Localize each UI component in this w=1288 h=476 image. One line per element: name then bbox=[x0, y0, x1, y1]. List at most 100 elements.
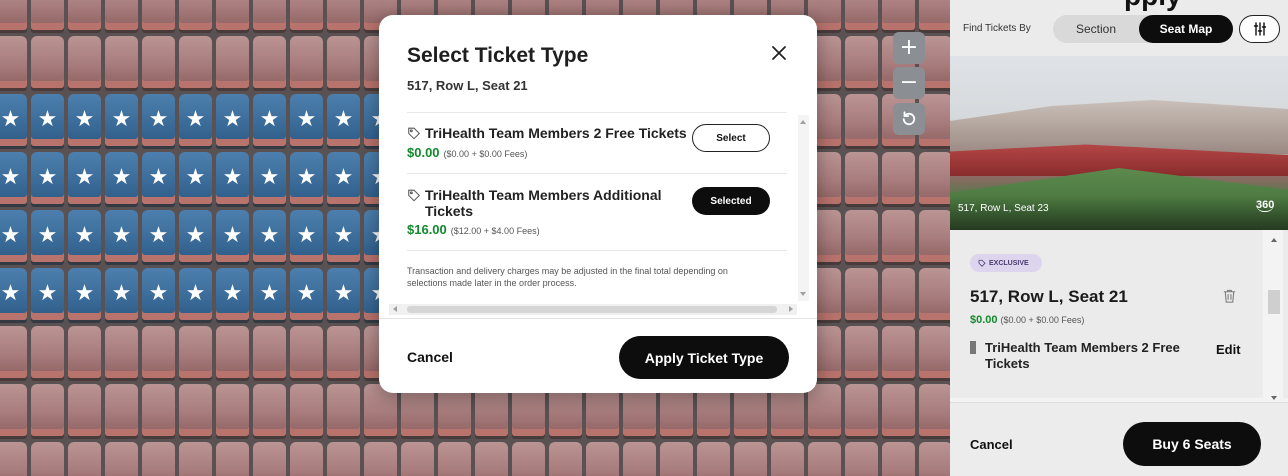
modal-seat-label: 517, Row L, Seat 21 bbox=[407, 78, 528, 93]
buy-seats-button[interactable]: Buy 6 Seats bbox=[1123, 422, 1261, 466]
available-seat[interactable] bbox=[31, 94, 64, 146]
scrollbar-thumb[interactable] bbox=[1268, 290, 1280, 314]
available-seat[interactable] bbox=[216, 152, 249, 204]
unavailable-seat bbox=[882, 442, 915, 476]
available-seat[interactable] bbox=[327, 152, 360, 204]
scrollbar-thumb[interactable] bbox=[407, 306, 777, 313]
unavailable-seat bbox=[216, 0, 249, 30]
unavailable-seat bbox=[68, 0, 101, 30]
ticket-option-name: TriHealth Team Members Additional Ticket… bbox=[425, 187, 662, 219]
scroll-left-icon[interactable] bbox=[393, 306, 397, 312]
toggle-section[interactable]: Section bbox=[1053, 15, 1139, 43]
unavailable-seat bbox=[919, 326, 950, 378]
vertical-scrollbar[interactable] bbox=[798, 115, 809, 301]
photo-caption: 517, Row L, Seat 23 bbox=[958, 203, 1049, 214]
scroll-up-icon[interactable] bbox=[800, 120, 806, 124]
seat-view-photo[interactable]: 517, Row L, Seat 23 360 bbox=[950, 56, 1288, 230]
unavailable-seat bbox=[919, 152, 950, 204]
unavailable-seat bbox=[882, 268, 915, 320]
available-seat[interactable] bbox=[31, 210, 64, 262]
available-seat[interactable] bbox=[179, 210, 212, 262]
unavailable-seat bbox=[586, 442, 619, 476]
available-seat[interactable] bbox=[290, 268, 323, 320]
unavailable-seat bbox=[142, 36, 175, 88]
find-tickets-label: Find Tickets By bbox=[963, 23, 1031, 34]
available-seat[interactable] bbox=[0, 152, 27, 204]
unavailable-seat bbox=[290, 0, 323, 30]
divider bbox=[407, 173, 787, 174]
available-seat[interactable] bbox=[142, 94, 175, 146]
unavailable-seat bbox=[0, 384, 27, 436]
available-seat[interactable] bbox=[68, 268, 101, 320]
unavailable-seat bbox=[327, 36, 360, 88]
available-seat[interactable] bbox=[179, 268, 212, 320]
available-seat[interactable] bbox=[0, 94, 27, 146]
close-icon[interactable] bbox=[767, 41, 791, 65]
unavailable-seat bbox=[327, 442, 360, 476]
view-360-button[interactable]: 360 bbox=[1256, 199, 1275, 212]
reset-view-button[interactable] bbox=[893, 103, 925, 135]
available-seat[interactable] bbox=[105, 210, 138, 262]
available-seat[interactable] bbox=[327, 210, 360, 262]
unavailable-seat bbox=[105, 442, 138, 476]
unavailable-seat bbox=[845, 268, 878, 320]
horizontal-scrollbar[interactable] bbox=[389, 304, 797, 315]
apply-ticket-type-button[interactable]: Apply Ticket Type bbox=[619, 336, 789, 379]
unavailable-seat bbox=[845, 326, 878, 378]
unavailable-seat bbox=[179, 384, 212, 436]
available-seat[interactable] bbox=[105, 268, 138, 320]
available-seat[interactable] bbox=[327, 94, 360, 146]
unavailable-seat bbox=[808, 384, 841, 436]
available-seat[interactable] bbox=[253, 152, 286, 204]
available-seat[interactable] bbox=[216, 268, 249, 320]
scroll-up-icon[interactable] bbox=[1271, 238, 1277, 242]
unavailable-seat bbox=[327, 0, 360, 30]
panel-cancel-button[interactable]: Cancel bbox=[970, 437, 1013, 452]
unavailable-seat bbox=[845, 384, 878, 436]
unavailable-seat bbox=[68, 442, 101, 476]
scroll-right-icon[interactable] bbox=[789, 306, 793, 312]
panel-scrollbar[interactable] bbox=[1263, 230, 1283, 402]
available-seat[interactable] bbox=[179, 94, 212, 146]
available-seat[interactable] bbox=[290, 152, 323, 204]
card-price: $0.00 ($0.00 + $0.00 Fees) bbox=[970, 314, 1084, 326]
scroll-down-icon[interactable] bbox=[1271, 396, 1277, 400]
scroll-down-icon[interactable] bbox=[800, 292, 806, 296]
selected-button[interactable]: Selected bbox=[692, 187, 770, 215]
available-seat[interactable] bbox=[68, 210, 101, 262]
available-seat[interactable] bbox=[68, 152, 101, 204]
available-seat[interactable] bbox=[253, 210, 286, 262]
available-seat[interactable] bbox=[142, 268, 175, 320]
unavailable-seat bbox=[290, 442, 323, 476]
trash-icon[interactable] bbox=[1222, 288, 1237, 304]
available-seat[interactable] bbox=[105, 152, 138, 204]
available-seat[interactable] bbox=[216, 94, 249, 146]
available-seat[interactable] bbox=[216, 210, 249, 262]
zoom-out-button[interactable]: − bbox=[893, 67, 925, 99]
available-seat[interactable] bbox=[253, 94, 286, 146]
available-seat[interactable] bbox=[0, 210, 27, 262]
available-seat[interactable] bbox=[253, 268, 286, 320]
available-seat[interactable] bbox=[327, 268, 360, 320]
exclusive-badge: EXCLUSIVE bbox=[970, 254, 1042, 272]
toggle-seat-map[interactable]: Seat Map bbox=[1139, 15, 1233, 43]
available-seat[interactable] bbox=[31, 152, 64, 204]
unavailable-seat bbox=[882, 152, 915, 204]
divider bbox=[379, 318, 817, 319]
available-seat[interactable] bbox=[31, 268, 64, 320]
available-seat[interactable] bbox=[105, 94, 138, 146]
available-seat[interactable] bbox=[0, 268, 27, 320]
unavailable-seat bbox=[253, 326, 286, 378]
available-seat[interactable] bbox=[142, 210, 175, 262]
available-seat[interactable] bbox=[179, 152, 212, 204]
available-seat[interactable] bbox=[290, 94, 323, 146]
available-seat[interactable] bbox=[68, 94, 101, 146]
filter-button[interactable] bbox=[1239, 15, 1280, 43]
ticket-marker bbox=[970, 341, 976, 354]
edit-button[interactable]: Edit bbox=[1216, 342, 1241, 357]
available-seat[interactable] bbox=[290, 210, 323, 262]
available-seat[interactable] bbox=[142, 152, 175, 204]
select-button[interactable]: Select bbox=[692, 124, 770, 152]
modal-cancel-button[interactable]: Cancel bbox=[407, 349, 453, 365]
zoom-in-button[interactable]: + bbox=[893, 32, 925, 64]
